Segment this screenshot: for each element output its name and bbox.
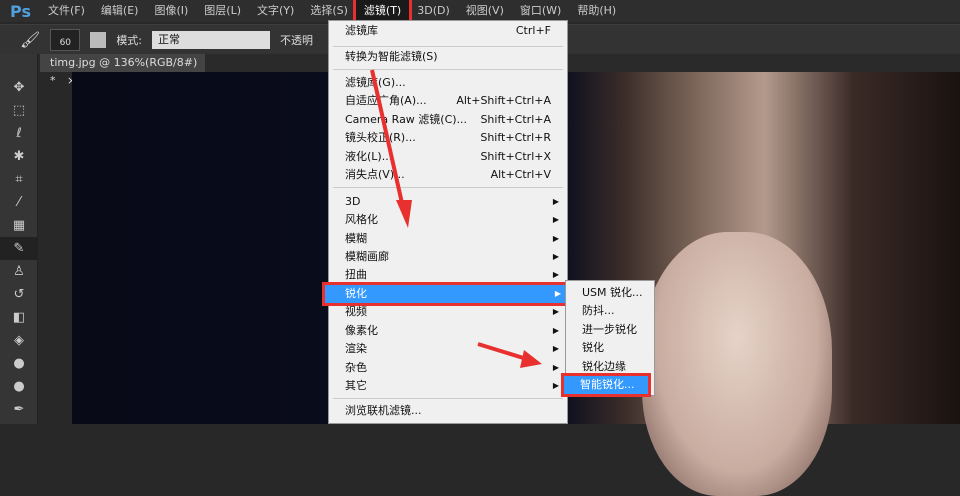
tools-panel: ✥ ⬚ ℓ ✱ ⌗ ⁄ ▦ ✎ ♙ ↺ ◧ ◈ ● ● ✒	[0, 54, 38, 424]
menu-item-liquify[interactable]: 液化(L)... Shift+Ctrl+X	[329, 148, 567, 166]
menu-help[interactable]: 帮助(H)	[569, 0, 624, 22]
eyedropper-tool-icon[interactable]: ⁄	[0, 191, 38, 214]
menu-item-pixelate[interactable]: 像素化 ▶	[329, 322, 567, 340]
menu-item-stylize[interactable]: 风格化 ▶	[329, 211, 567, 229]
menu-layer[interactable]: 图层(L)	[196, 0, 249, 22]
menu-edit[interactable]: 编辑(E)	[93, 0, 147, 22]
submenu-sharpen-more[interactable]: 进一步锐化	[566, 321, 654, 339]
crop-tool-icon[interactable]: ⌗	[0, 168, 38, 191]
menu-file[interactable]: 文件(F)	[40, 0, 93, 22]
menu-item-render[interactable]: 渲染 ▶	[329, 340, 567, 358]
document-tab[interactable]: timg.jpg @ 136%(RGB/8#) * ×	[40, 54, 205, 87]
menu-bar: Ps 文件(F) 编辑(E) 图像(I) 图层(L) 文字(Y) 选择(S) 滤…	[0, 0, 960, 25]
menu-item-adaptive-wide-angle[interactable]: 自适应广角(A)... Alt+Shift+Ctrl+A	[329, 92, 567, 110]
healing-brush-tool-icon[interactable]: ▦	[0, 214, 38, 237]
submenu-usm-sharpen[interactable]: USM 锐化...	[566, 284, 654, 302]
mode-label: 模式:	[116, 33, 143, 47]
menu-item-other[interactable]: 其它 ▶	[329, 377, 567, 395]
chevron-right-icon: ▶	[554, 289, 561, 298]
brush-tool-icon[interactable]: ✎	[0, 237, 38, 260]
menu-window[interactable]: 窗口(W)	[512, 0, 569, 22]
menu-image[interactable]: 图像(I)	[146, 0, 196, 22]
menu-item-filter-gallery-last[interactable]: 滤镜库 Ctrl+F	[329, 22, 567, 40]
submenu-sharpen-edges[interactable]: 锐化边缘	[566, 358, 654, 376]
photoshop-logo: Ps	[10, 1, 31, 21]
menu-3d[interactable]: 3D(D)	[409, 0, 458, 22]
submenu-sharpen[interactable]: 锐化	[566, 339, 654, 357]
mode-select[interactable]: 正常	[152, 30, 271, 49]
menu-item-video[interactable]: 视频 ▶	[329, 303, 567, 321]
brush-preset-picker[interactable]: 60	[50, 28, 81, 51]
menu-item-noise[interactable]: 杂色 ▶	[329, 359, 567, 377]
brush-panel-icon[interactable]	[90, 31, 107, 48]
menu-item-3d[interactable]: 3D ▶	[329, 193, 567, 211]
menu-separator	[333, 187, 563, 188]
menu-item-browse-online[interactable]: 浏览联机滤镜...	[329, 402, 567, 420]
menu-item-convert-smart-filter[interactable]: 转换为智能滤镜(S)	[329, 48, 567, 66]
menu-item-lens-correction[interactable]: 镜头校正(R)... Shift+Ctrl+R	[329, 129, 567, 147]
clone-stamp-tool-icon[interactable]: ♙	[0, 260, 38, 283]
blur-tool-icon[interactable]: ●	[0, 352, 38, 375]
magic-wand-tool-icon[interactable]: ✱	[0, 145, 38, 168]
menu-view[interactable]: 视图(V)	[458, 0, 512, 22]
sharpen-submenu: USM 锐化... 防抖... 进一步锐化 锐化 锐化边缘 智能锐化...	[561, 280, 655, 397]
menu-type[interactable]: 文字(Y)	[249, 0, 302, 22]
menu-item-camera-raw[interactable]: Camera Raw 滤镜(C)... Shift+Ctrl+A	[329, 111, 567, 129]
menu-item-vanishing-point[interactable]: 消失点(V)... Alt+Ctrl+V	[329, 166, 567, 184]
photo-portrait	[642, 232, 832, 496]
paint-bucket-tool-icon[interactable]: ◈	[0, 329, 38, 352]
history-brush-tool-icon[interactable]: ↺	[0, 283, 38, 306]
opacity-label: 不透明	[280, 33, 314, 47]
lasso-tool-icon[interactable]: ℓ	[0, 122, 38, 145]
eraser-tool-icon[interactable]: ◧	[0, 306, 38, 329]
brush-tool-icon[interactable]: 🖌	[20, 30, 40, 49]
menu-filter[interactable]: 滤镜(T)	[352, 0, 413, 25]
menu-item-sharpen[interactable]: 锐化 ▶	[322, 282, 572, 306]
pen-tool-icon[interactable]: ✒	[0, 398, 38, 421]
filter-menu: 滤镜库 Ctrl+F 转换为智能滤镜(S) 滤镜库(G)... 自适应广角(A).…	[322, 20, 572, 424]
menu-select[interactable]: 选择(S)	[302, 0, 356, 22]
submenu-shake-reduction[interactable]: 防抖...	[566, 302, 654, 320]
menu-item-blur[interactable]: 模糊 ▶	[329, 230, 567, 248]
marquee-tool-icon[interactable]: ⬚	[0, 99, 38, 122]
menu-separator	[333, 46, 563, 47]
menu-item-filter-gallery[interactable]: 滤镜库(G)...	[329, 74, 567, 92]
dodge-tool-icon[interactable]: ●	[0, 375, 38, 398]
menu-item-blur-gallery[interactable]: 模糊画廊 ▶	[329, 248, 567, 266]
move-tool-icon[interactable]: ✥	[0, 76, 38, 99]
menu-item-distort[interactable]: 扭曲 ▶	[329, 266, 567, 284]
menu-separator	[333, 398, 563, 399]
menu-separator	[333, 69, 563, 70]
submenu-smart-sharpen[interactable]: 智能锐化...	[561, 373, 651, 397]
